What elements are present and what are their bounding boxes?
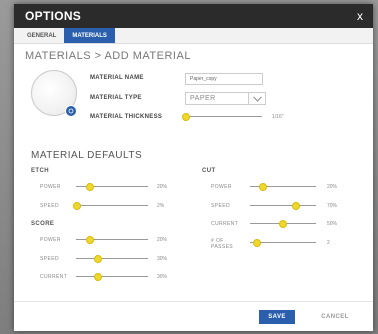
- etch-power-label: POWER: [40, 184, 61, 190]
- cut-passes-slider[interactable]: [250, 239, 316, 247]
- slider-handle[interactable]: [182, 113, 190, 121]
- cut-current-slider[interactable]: [250, 220, 316, 228]
- slider-handle[interactable]: [259, 183, 268, 191]
- etch-power-value: 20%: [157, 184, 168, 190]
- slider-handle[interactable]: [279, 220, 287, 228]
- material-defaults-title: MATERIAL DEFAULTS: [31, 150, 143, 161]
- slider-handle[interactable]: [252, 239, 261, 247]
- slider-track: [76, 205, 148, 206]
- etch-speed-label: SPEED: [40, 203, 59, 209]
- cancel-button[interactable]: CANCEL: [311, 310, 359, 324]
- cut-speed-value: 70%: [327, 203, 338, 209]
- dialog-footer: SAVE CANCEL: [14, 301, 373, 331]
- material-name-input[interactable]: Paper_copy: [185, 73, 263, 85]
- score-speed-value: 30%: [157, 256, 168, 262]
- slider-track: [250, 205, 316, 206]
- tab-materials[interactable]: MATERIALS: [64, 28, 115, 43]
- slider-handle[interactable]: [93, 273, 102, 281]
- etch-speed-slider[interactable]: [73, 202, 148, 210]
- score-current-value: 30%: [157, 274, 168, 280]
- page-title: MATERIALS > ADD MATERIAL: [25, 50, 191, 62]
- chevron-down-icon[interactable]: [248, 93, 265, 104]
- options-dialog: OPTIONS x GENERAL MATERIALS MATERIALS > …: [14, 4, 373, 331]
- tab-general[interactable]: GENERAL: [19, 28, 64, 43]
- slider-handle[interactable]: [86, 236, 95, 244]
- cut-passes-label: # OF PASSES: [211, 238, 234, 250]
- material-type-select[interactable]: PAPER: [185, 92, 266, 105]
- swatch-icon[interactable]: [65, 105, 77, 117]
- score-power-slider[interactable]: [76, 236, 148, 244]
- slider-handle[interactable]: [93, 255, 102, 263]
- slider-track: [76, 276, 148, 277]
- cut-title: CUT: [202, 168, 216, 174]
- etch-speed-value: 2%: [157, 203, 165, 209]
- material-type-value: PAPER: [190, 95, 216, 102]
- material-name-label: MATERIAL NAME: [90, 75, 144, 81]
- slider-handle[interactable]: [86, 183, 95, 191]
- close-icon[interactable]: x: [357, 9, 363, 23]
- cut-power-slider[interactable]: [250, 183, 316, 191]
- score-speed-label: SPEED: [40, 256, 59, 262]
- cut-power-value: 20%: [327, 184, 338, 190]
- dialog-title: OPTIONS: [25, 9, 82, 23]
- cut-speed-slider[interactable]: [250, 202, 316, 210]
- score-title: SCORE: [31, 221, 55, 227]
- score-power-value: 20%: [157, 237, 168, 243]
- etch-title: ETCH: [31, 168, 49, 174]
- slider-track: [186, 116, 262, 117]
- slider-handle[interactable]: [73, 202, 82, 210]
- tab-bar: GENERAL MATERIALS: [14, 28, 373, 44]
- material-thickness-label: MATERIAL THICKNESS: [90, 114, 163, 120]
- score-power-label: POWER: [40, 237, 61, 243]
- score-current-label: CURRENT: [40, 274, 68, 280]
- cut-current-label: CURRENT: [211, 221, 239, 227]
- score-speed-slider[interactable]: [76, 255, 148, 263]
- etch-power-slider[interactable]: [76, 183, 148, 191]
- cut-power-label: POWER: [211, 184, 232, 190]
- cut-speed-label: SPEED: [211, 203, 230, 209]
- slider-handle[interactable]: [292, 202, 301, 210]
- cut-current-value: 50%: [327, 221, 338, 227]
- cut-passes-value: 2: [327, 240, 330, 246]
- slider-track: [76, 258, 148, 259]
- save-button[interactable]: SAVE: [259, 310, 295, 324]
- thickness-value: 1/16": [272, 114, 284, 120]
- dialog-titlebar: OPTIONS x: [14, 4, 373, 28]
- score-current-slider[interactable]: [76, 273, 148, 281]
- material-thickness-slider[interactable]: [182, 113, 262, 121]
- material-type-label: MATERIAL TYPE: [90, 95, 142, 101]
